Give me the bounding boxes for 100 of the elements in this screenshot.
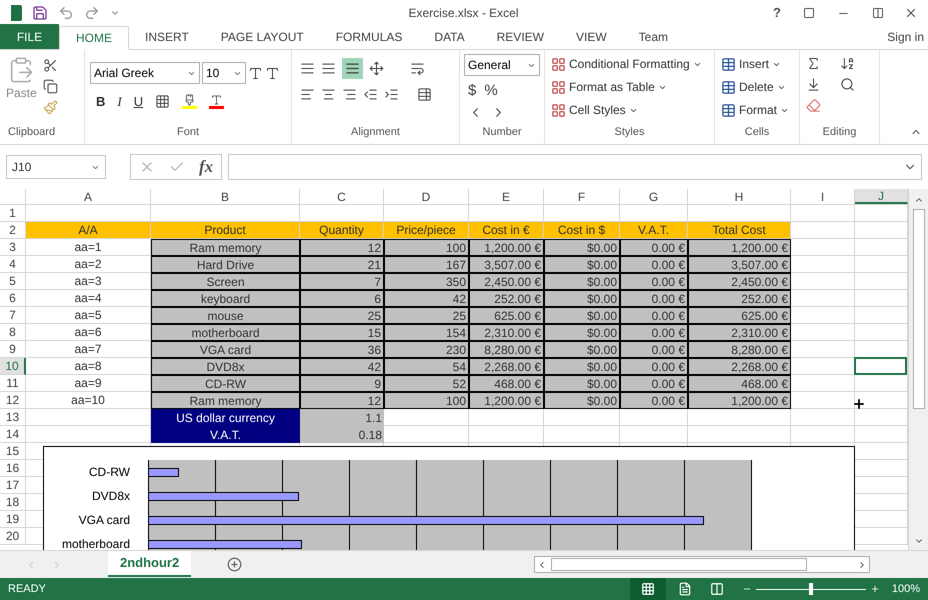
row-header[interactable]: 11	[0, 375, 26, 392]
find-icon[interactable]	[840, 77, 854, 92]
row-header[interactable]: 3	[0, 239, 26, 256]
column-header[interactable]: H	[688, 189, 791, 204]
zoom-slider[interactable]	[756, 583, 866, 595]
ribbon-tab[interactable]: HOME	[59, 26, 129, 50]
format-painter-icon[interactable]	[42, 100, 58, 115]
column-header[interactable]: G	[620, 189, 688, 204]
scrollbar-thumb[interactable]	[912, 209, 924, 409]
fill-icon[interactable]	[806, 77, 821, 92]
row-header[interactable]: 4	[0, 256, 26, 273]
font-color-icon[interactable]	[209, 94, 224, 110]
font-name-field[interactable]: Arial Greek	[90, 62, 200, 84]
row-header[interactable]: 13	[0, 409, 26, 426]
row-header[interactable]: 1	[0, 205, 26, 222]
cells-menu-button[interactable]: Insert	[721, 55, 793, 73]
ribbon-tab[interactable]: INSERT	[129, 25, 205, 49]
top-align-icon[interactable]	[300, 61, 315, 76]
row-header[interactable]: 16	[0, 460, 26, 477]
row-header[interactable]: 14	[0, 426, 26, 443]
save-icon[interactable]	[32, 5, 48, 21]
styles-menu-button[interactable]: Format as Table	[551, 78, 708, 96]
page-layout-view-icon[interactable]	[678, 582, 692, 596]
styles-icon[interactable]	[551, 102, 566, 118]
ribbon-tab[interactable]: FORMULAS	[320, 25, 418, 49]
ribbon-tab[interactable]: DATA	[418, 25, 481, 49]
column-header[interactable]: A	[26, 189, 151, 204]
row-header[interactable]: 8	[0, 324, 26, 341]
shrink-font-icon[interactable]	[265, 66, 280, 80]
grid-icon[interactable]	[640, 582, 655, 596]
cells-menu-button[interactable]: Delete	[721, 78, 793, 96]
zoom-in-icon[interactable]	[870, 584, 880, 594]
font-style-button[interactable]: I	[117, 92, 122, 112]
orientation-icon[interactable]	[369, 61, 384, 76]
middle-align-icon[interactable]	[321, 61, 336, 76]
cells-icon[interactable]	[721, 80, 736, 94]
page-break-view-icon[interactable]	[710, 582, 724, 596]
number-format-button[interactable]: $	[468, 80, 476, 102]
ribbon-tab[interactable]: REVIEW	[480, 25, 560, 49]
formula-input[interactable]	[228, 154, 922, 180]
sign-in-link[interactable]: Sign in	[887, 28, 924, 46]
sheet-tab[interactable]: 2ndhour2	[108, 550, 192, 576]
redo-icon[interactable]	[84, 5, 100, 21]
number-format-field[interactable]: General	[464, 54, 540, 76]
row-header[interactable]: 19	[0, 511, 26, 528]
column-header[interactable]: D	[384, 189, 469, 204]
zoom-slider-thumb[interactable]	[808, 583, 813, 595]
scrollbar-thumb[interactable]	[551, 558, 807, 571]
row-header[interactable]: 5	[0, 273, 26, 290]
align-right-icon[interactable]	[342, 87, 357, 102]
grow-font-icon[interactable]	[248, 66, 263, 80]
font-style-button[interactable]: B	[96, 92, 106, 112]
clear-icon[interactable]	[806, 98, 821, 113]
increase-indent-icon[interactable]	[384, 87, 399, 102]
cut-icon[interactable]	[42, 58, 58, 73]
help-button[interactable]: ?	[767, 3, 787, 23]
fill-color-icon[interactable]	[182, 94, 198, 110]
row-header[interactable]: 7	[0, 307, 26, 324]
column-header[interactable]: F	[544, 189, 620, 204]
row-header[interactable]: 15	[0, 443, 26, 460]
cells-icon[interactable]	[721, 56, 736, 72]
ribbon-tab[interactable]: Team	[622, 25, 684, 49]
align-left-icon[interactable]	[300, 87, 315, 102]
styles-icon[interactable]	[551, 80, 566, 94]
font-size-field[interactable]: 10	[202, 62, 246, 84]
styles-menu-button[interactable]: Conditional Formatting	[551, 55, 708, 73]
paste-button[interactable]: Paste	[6, 84, 37, 102]
styles-menu-button[interactable]: Cell Styles	[551, 101, 708, 119]
insert-function-button[interactable]: fx	[199, 154, 214, 180]
add-sheet-icon[interactable]	[227, 557, 242, 572]
ribbon-tab[interactable]: VIEW	[560, 25, 623, 49]
vertical-scrollbar[interactable]	[908, 189, 928, 550]
font-style-button[interactable]: U	[134, 92, 144, 112]
horizontal-scrollbar[interactable]	[534, 556, 870, 573]
normal-view-button[interactable]	[630, 578, 666, 600]
styles-icon[interactable]	[551, 56, 566, 72]
copy-icon[interactable]	[42, 79, 58, 94]
align-center-icon[interactable]	[321, 87, 336, 102]
sort-filter-icon[interactable]	[840, 56, 854, 71]
borders-icon[interactable]	[155, 94, 170, 110]
merge-center-icon[interactable]	[417, 87, 432, 102]
restore-icon[interactable]	[872, 7, 884, 19]
ribbon-tab[interactable]: PAGE LAYOUT	[204, 25, 320, 49]
column-header[interactable]: E	[469, 189, 544, 204]
column-header[interactable]: C	[300, 189, 384, 204]
row-header[interactable]: 17	[0, 477, 26, 494]
column-header[interactable]: B	[151, 189, 300, 204]
row-header[interactable]: 20	[0, 528, 26, 545]
decrease-indent-icon[interactable]	[363, 87, 378, 102]
row-header[interactable]: 12	[0, 392, 26, 409]
wrap-text-icon[interactable]	[410, 61, 425, 76]
ribbon-display-icon[interactable]	[803, 7, 815, 19]
row-header[interactable]: 18	[0, 494, 26, 511]
undo-icon[interactable]	[58, 5, 74, 21]
cells-menu-button[interactable]: Format	[721, 101, 793, 119]
row-header[interactable]: 6	[0, 290, 26, 307]
close-icon[interactable]	[904, 6, 918, 20]
row-header[interactable]: 10	[0, 358, 26, 375]
file-tab[interactable]: FILE	[0, 24, 59, 49]
column-header[interactable]: J	[855, 189, 908, 204]
